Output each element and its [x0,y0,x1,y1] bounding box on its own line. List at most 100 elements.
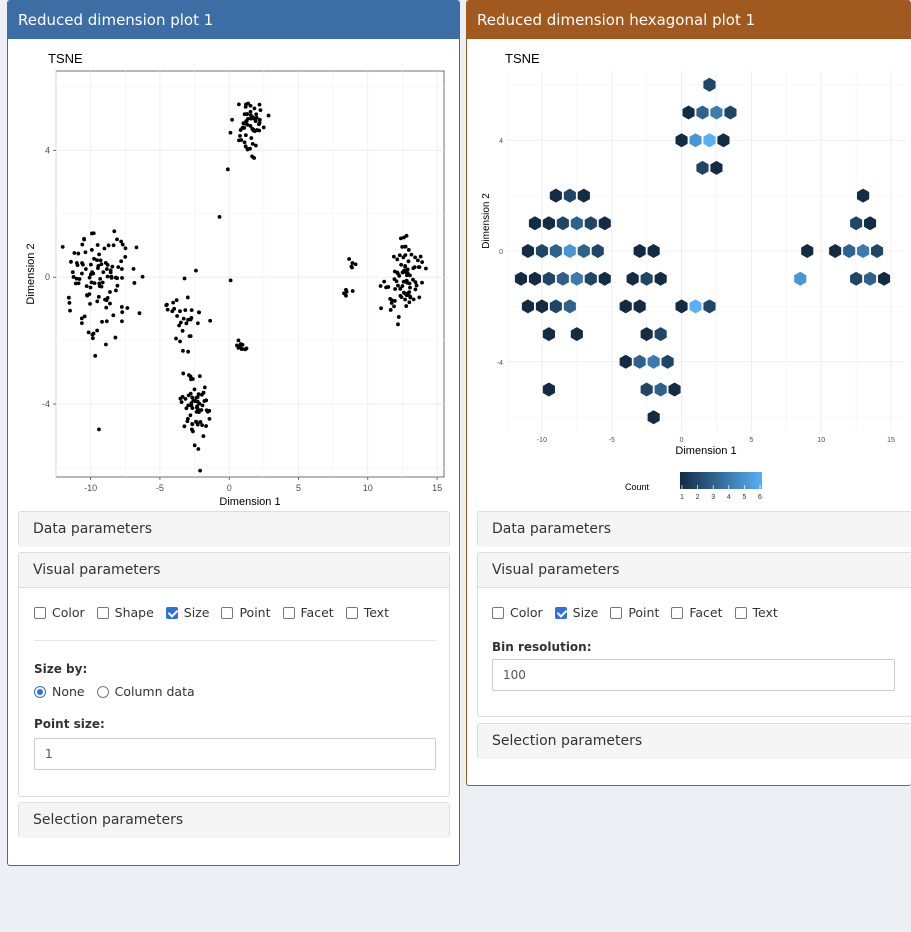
checkbox-icon[interactable] [492,606,504,619]
scatter-point [119,305,124,309]
scatter-point [120,275,124,280]
scatter-point [248,109,253,114]
scatter-point [105,263,110,267]
checkbox-icon[interactable] [34,606,46,619]
checkbox-icon[interactable] [96,606,109,619]
panel-header: Reduced dimension hexagonal plot 1 [467,1,911,39]
scatter-point [250,154,254,159]
scatter-point [165,307,170,312]
scatter-point [120,242,125,247]
checkbox-icon[interactable] [671,606,684,619]
checkbox-checked-icon[interactable] [165,606,178,619]
scatter-point [416,258,420,263]
visual-options-row: Color Size Point Facet Text [492,605,790,620]
facet-checkbox[interactable]: Facet [671,605,723,620]
scatter-point [182,424,187,429]
scatter-point [244,119,249,124]
scatter-point [123,255,128,259]
x-tick-label: 10 [817,437,825,444]
checkbox-icon[interactable] [282,606,295,619]
size-by-none-radio[interactable]: None [34,684,85,699]
tsne-hexbin-plot[interactable]: -10 -5 0 5 10 15 40-4 Dimension 1 Dimension 2… [467,39,911,509]
selection-parameters-header[interactable]: Selection parameters [19,803,449,838]
scatter-point [404,304,409,308]
text-checkbox[interactable]: Text [734,605,778,620]
size-checkbox[interactable]: Size [554,605,598,620]
point-size-input[interactable]: 1 [34,738,436,770]
scatter-point [95,243,100,247]
checkbox-icon[interactable] [610,606,623,619]
scatter-point [180,328,185,333]
scatter-point [411,297,416,302]
scatter-point [420,260,425,265]
color-checkbox[interactable]: Color [492,605,543,620]
scatter-point [408,285,412,290]
scatter-point [257,122,261,127]
scatter-point [194,268,198,273]
scatter-point [257,102,262,107]
selection-parameters-section[interactable]: Selection parameters [18,802,450,838]
y-tick-label: 4 [45,145,50,155]
visual-parameters-header[interactable]: Visual parameters [478,553,911,588]
count-legend: Count 1 2 3 4 5 6 [625,472,762,501]
x-tick-label: 5 [296,483,301,493]
checkbox-icon[interactable] [734,606,747,619]
scatter-point [74,276,79,281]
point-checkbox[interactable]: Point [610,605,659,620]
scatter-point [207,416,212,421]
scatter-point [119,259,124,264]
shape-checkbox[interactable]: Shape [96,605,154,620]
scatter-point [258,108,263,113]
radio-icon[interactable] [96,685,109,698]
scatter-point [83,250,88,255]
checkbox-icon[interactable] [221,606,234,619]
scatter-point [388,308,393,312]
scatter-point [140,274,145,279]
scatter-point [70,270,75,275]
y-tick-label: -4 [42,399,50,409]
data-parameters-header[interactable]: Data parameters [478,512,911,547]
checkbox-checked-icon[interactable] [554,606,567,619]
data-parameters-section[interactable]: Data parameters [477,511,911,547]
point-checkbox[interactable]: Point [221,605,271,620]
scatter-point [398,293,403,298]
scatter-point [204,424,208,428]
scatter-point [225,167,230,172]
scatter-point [184,321,189,326]
scatter-point [350,261,355,265]
size-by-column-data-radio[interactable]: Column data [96,684,195,699]
scatter-point [102,246,107,251]
scatter-point [164,303,169,308]
selection-parameters-header[interactable]: Selection parameters [478,724,911,759]
legend-title: Count [625,482,650,492]
scatter-point [393,287,397,291]
color-checkbox[interactable]: Color [34,605,85,620]
scatter-point [108,268,113,273]
scatter-point [90,336,95,341]
data-parameters-section[interactable]: Data parameters [18,511,450,547]
scatter-point [105,274,110,279]
tsne-scatter-plot[interactable]: -10 -5 0 5 10 15 4 0 -4 Dimension 1 Dimension 2 [8,39,459,509]
scatter-point [393,298,397,303]
scatter-point [112,229,117,234]
scatter-point [235,343,239,348]
checkbox-icon[interactable] [345,606,358,619]
scatter-point [110,264,115,269]
selection-parameters-section[interactable]: Selection parameters [477,723,911,759]
data-parameters-header[interactable]: Data parameters [19,512,449,547]
visual-parameters-header[interactable]: Visual parameters [19,553,449,588]
scatter-point [108,290,112,294]
radio-selected-icon[interactable] [34,685,46,698]
scatter-point [411,277,415,282]
scatter-point [96,294,101,299]
text-checkbox[interactable]: Text [345,605,389,620]
scatter-point [98,258,103,263]
scatter-point [342,291,346,296]
size-checkbox[interactable]: Size [165,605,209,620]
scatter-point [217,215,222,219]
bin-resolution-input[interactable]: 100 [492,659,895,691]
scatter-point [178,396,183,401]
scatter-point [100,280,105,285]
facet-checkbox[interactable]: Facet [282,605,334,620]
y-tick-label: -4 [497,360,503,367]
